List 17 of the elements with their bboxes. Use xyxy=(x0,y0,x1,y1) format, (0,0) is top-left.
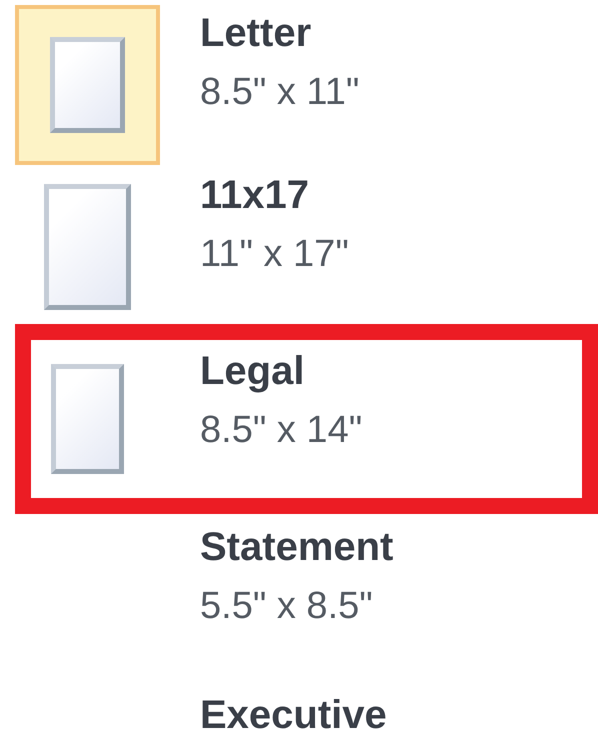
page-icon xyxy=(50,37,125,133)
paper-name: Letter xyxy=(200,10,312,56)
paper-dimensions: 8.5" x 14" xyxy=(200,408,362,452)
paper-name: Legal xyxy=(200,348,306,394)
paper-size-item[interactable]: Legal 8.5" x 14" xyxy=(15,324,598,514)
paper-size-item[interactable]: Letter 8.5" x 11" xyxy=(15,0,598,162)
paper-name: 11x17 xyxy=(200,172,310,218)
paper-name: Statement xyxy=(200,524,394,570)
paper-dimensions: 8.5" x 11" xyxy=(200,70,360,114)
paper-name: Executive xyxy=(200,692,387,738)
page-icon xyxy=(51,364,124,474)
paper-size-item[interactable]: Executive xyxy=(15,676,598,742)
paper-size-item[interactable]: Statement 5.5" x 8.5" xyxy=(15,514,598,676)
paper-dimensions: 5.5" x 8.5" xyxy=(200,584,374,628)
paper-dimensions: 11" x 17" xyxy=(200,232,349,276)
page-icon xyxy=(44,184,131,310)
paper-size-item[interactable]: 11x17 11" x 17" xyxy=(15,162,598,324)
